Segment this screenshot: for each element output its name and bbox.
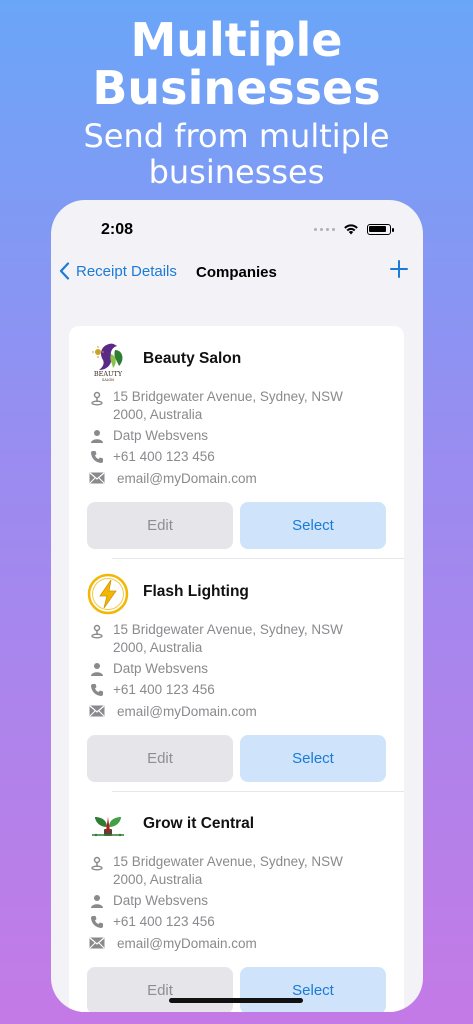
select-button[interactable]: Select [240,502,386,549]
edit-button[interactable]: Edit [87,502,233,549]
company-name: Beauty Salon [143,350,242,367]
email-text: email@myDomain.com [117,936,257,951]
company-contact: Datp Websvens [87,660,367,678]
companies-list: BEAUTY SALON Beauty Salon 15 Bridgewater… [69,326,404,1012]
edit-button[interactable]: Edit [87,967,233,1012]
address-text: 15 Bridgewater Avenue, Sydney, NSW 2000,… [113,854,343,887]
battery-icon [367,223,394,235]
lightning-logo-icon [87,573,129,615]
map-pin-icon [91,391,103,406]
list-item: BEAUTY SALON Beauty Salon 15 Bridgewater… [69,326,404,559]
company-email: email@myDomain.com [87,470,367,488]
person-icon [91,663,103,676]
map-pin-icon [91,856,103,871]
company-phone: +61 400 123 456 [87,913,367,931]
beauty-logo-text: BEAUTY [94,370,123,378]
envelope-icon [89,705,105,717]
contact-text: Datp Websvens [113,428,209,443]
company-phone: +61 400 123 456 [87,448,367,466]
status-bar: 2:08 [51,200,423,260]
hero-title-line2: Businesses [92,61,381,115]
edit-button[interactable]: Edit [87,735,233,782]
company-contact: Datp Websvens [87,892,367,910]
company-contact: Datp Websvens [87,427,367,445]
phone-text: +61 400 123 456 [113,914,215,929]
company-email: email@myDomain.com [87,703,367,721]
hero-subtitle: Send from multiple businesses [83,117,390,191]
add-company-button[interactable] [389,259,409,284]
page-title: Companies [196,264,277,281]
list-item: Grow it Central 15 Bridgewater Avenue, S… [69,791,404,1012]
navigation-bar: Receipt Details Companies [51,258,423,288]
address-text: 15 Bridgewater Avenue, Sydney, NSW 2000,… [113,622,343,655]
hero-title-line1: Multiple [130,13,343,67]
person-icon [91,430,103,443]
phone-icon [91,451,103,463]
contact-text: Datp Websvens [113,893,209,908]
email-text: email@myDomain.com [117,704,257,719]
phone-icon [91,916,103,928]
status-icons [314,223,394,235]
hero-title: Multiple Businesses [0,16,473,112]
home-indicator[interactable] [169,998,303,1003]
map-pin-icon [91,624,103,639]
address-text: 15 Bridgewater Avenue, Sydney, NSW 2000,… [113,389,343,422]
back-button-label: Receipt Details [76,262,177,280]
company-name: Flash Lighting [143,583,249,600]
beauty-salon-logo-icon: BEAUTY SALON [87,340,129,382]
phone-screen: 2:08 Receipt Details Companies BEAUTY SA… [51,200,423,1012]
select-button[interactable]: Select [240,967,386,1012]
list-item: Flash Lighting 15 Bridgewater Avenue, Sy… [69,559,404,792]
signal-dots-icon [314,227,335,231]
person-icon [91,895,103,908]
beauty-logo-subtext: SALON [102,378,114,382]
company-name: Grow it Central [143,815,255,832]
phone-text: +61 400 123 456 [113,682,215,697]
company-address: 15 Bridgewater Avenue, Sydney, NSW 2000,… [87,853,367,889]
company-email: email@myDomain.com [87,935,367,953]
phone-text: +61 400 123 456 [113,449,215,464]
chevron-left-icon [59,262,70,280]
company-address: 15 Bridgewater Avenue, Sydney, NSW 2000,… [87,621,367,657]
phone-icon [91,684,103,696]
wifi-icon [344,224,358,235]
company-phone: +61 400 123 456 [87,681,367,699]
contact-text: Datp Websvens [113,661,209,676]
envelope-icon [89,937,105,949]
email-text: email@myDomain.com [117,471,257,486]
back-button[interactable]: Receipt Details [59,262,177,280]
envelope-icon [89,472,105,484]
select-button[interactable]: Select [240,735,386,782]
company-address: 15 Bridgewater Avenue, Sydney, NSW 2000,… [87,388,367,424]
status-time: 2:08 [101,221,134,238]
plant-logo-icon [87,805,129,847]
plus-icon [390,260,408,278]
